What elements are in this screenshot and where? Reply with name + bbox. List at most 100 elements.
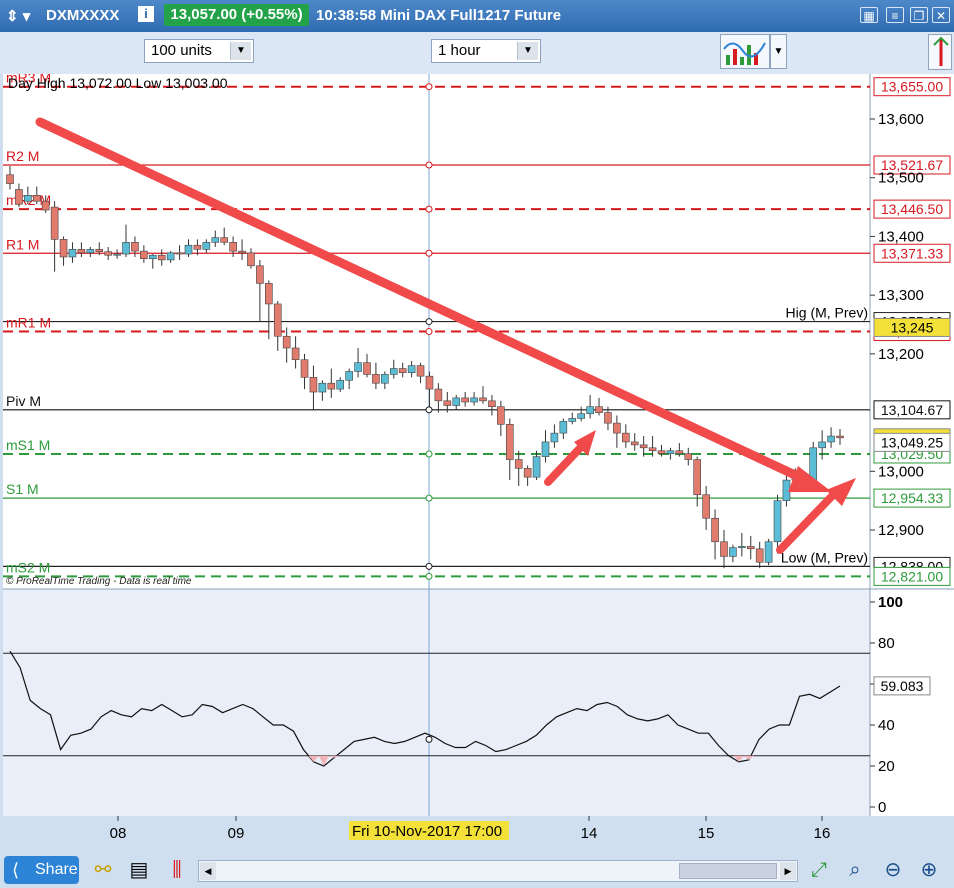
candle-body — [398, 368, 407, 373]
date-tick-label: 14 — [581, 825, 598, 842]
level-tag: S1 M — [6, 481, 39, 497]
candle-body — [193, 244, 202, 250]
candle-body — [755, 548, 764, 563]
candle-body — [318, 382, 327, 393]
zoom-in-icon[interactable]: ⊕ — [916, 857, 942, 883]
candle-body — [738, 546, 746, 548]
list-icon[interactable]: ≡ — [886, 7, 904, 23]
price-chart[interactable]: mR3 M13,655.00R2 M13,521.67mR2 M13,446.5… — [0, 74, 954, 849]
candle-body — [95, 249, 104, 252]
candle-body — [381, 374, 389, 384]
level-handle — [425, 83, 433, 91]
candle-body — [639, 444, 648, 449]
candle-body — [818, 441, 826, 449]
oscillator-tick-label: 20 — [878, 758, 895, 775]
price-tick-label: 13,400 — [878, 228, 924, 245]
zoom-fit-icon[interactable]: ⌕ — [842, 857, 868, 883]
level-handle — [425, 450, 433, 458]
level-handle — [425, 572, 433, 580]
timeframe-dropdown[interactable]: 1 hour ▼ — [431, 39, 541, 63]
candle-body — [764, 541, 773, 563]
candle-body — [702, 494, 710, 519]
indicators-menu-button[interactable]: ▼ — [770, 34, 787, 69]
grid-icon[interactable]: ▦ — [860, 7, 878, 23]
oscillator-tick-label: 80 — [878, 635, 895, 652]
candle-body — [675, 450, 684, 454]
candle-body — [684, 453, 693, 460]
candles-icon[interactable]: ⫼ — [164, 857, 190, 883]
candle-body — [32, 195, 41, 202]
chevron-down-icon[interactable]: ▼ — [230, 42, 251, 60]
table-icon[interactable]: ▤ — [126, 857, 152, 883]
level-handle — [425, 161, 433, 169]
candle-body — [497, 406, 505, 425]
symbol-label[interactable]: DXMXXXX — [46, 7, 119, 24]
cursor-date-label: Fri 10-Nov-2017 17:00 — [352, 823, 502, 840]
level-handle — [425, 249, 433, 257]
candle-body — [773, 500, 782, 543]
indicators-button[interactable] — [720, 34, 770, 69]
oscillator-tick-label: 40 — [878, 717, 895, 734]
level-tag: Hig (M, Prev) — [786, 305, 868, 321]
scroll-left-icon[interactable]: ◀ — [200, 862, 216, 880]
candle-body — [613, 422, 621, 434]
menu-icon[interactable]: ⇕ ▾ — [6, 7, 30, 25]
price-tick-label: 13,600 — [878, 111, 924, 128]
date-tick-label: 15 — [698, 825, 715, 842]
candle-body — [157, 254, 166, 261]
candle-body — [657, 450, 666, 454]
autoscale-icon[interactable]: ⤢ — [806, 857, 832, 883]
units-dropdown[interactable]: 100 units ▼ — [144, 39, 254, 63]
oscillator-tick-label: 0 — [878, 799, 886, 816]
candle-body — [238, 250, 246, 254]
candle-body — [648, 447, 657, 452]
info-icon[interactable]: i — [138, 6, 154, 22]
time-scrollbar[interactable]: ◀ ▶ — [198, 860, 798, 882]
candle-body — [68, 249, 77, 258]
candle-body — [291, 347, 300, 361]
level-handle — [425, 318, 433, 326]
level-handle — [425, 494, 433, 502]
zoom-out-icon[interactable]: ⊖ — [880, 857, 906, 883]
candle-body — [122, 242, 130, 255]
level-handle — [425, 328, 433, 336]
candle-body — [532, 456, 541, 478]
candle-body — [550, 432, 559, 443]
candle-body — [622, 432, 630, 443]
timeframe-value: 1 hour — [438, 42, 481, 59]
level-tag: mS2 M — [6, 559, 50, 575]
scroll-thumb[interactable] — [679, 863, 777, 879]
candle-body — [693, 459, 702, 496]
share-button[interactable]: ⟨ Share — [4, 856, 79, 884]
date-tick-label: 08 — [110, 825, 127, 842]
candle-body — [300, 359, 309, 378]
side-tool-button[interactable] — [928, 34, 952, 70]
scroll-right-icon[interactable]: ▶ — [780, 862, 796, 880]
link-icon[interactable]: ⚯ — [90, 857, 116, 883]
candle-body — [50, 206, 59, 240]
candle-body — [140, 250, 148, 260]
candle-body — [630, 441, 639, 446]
candle-body — [434, 388, 443, 402]
candle-body — [389, 368, 398, 375]
candle-body — [470, 397, 478, 403]
candle-body — [505, 424, 514, 460]
level-tag: mR1 M — [6, 315, 51, 331]
candle-body — [416, 365, 425, 377]
restore-icon[interactable]: ❐ — [910, 7, 928, 23]
candle-body — [327, 382, 336, 390]
chevron-down-icon[interactable]: ▼ — [517, 42, 538, 60]
candle-body — [461, 397, 469, 403]
close-icon[interactable]: ✕ — [932, 7, 950, 23]
candle-body — [345, 371, 353, 381]
day-high-low: Day High 13,072.00 Low 13,003.00 — [8, 75, 228, 91]
candle-body — [523, 468, 532, 478]
level-handle — [425, 406, 433, 414]
candle-body — [372, 374, 380, 384]
candle-body — [443, 400, 452, 406]
candle-body — [6, 174, 14, 184]
level-tag: Piv M — [6, 393, 41, 409]
level-value-label: 13,104.67 — [881, 402, 943, 418]
draw-tools-icon — [933, 36, 949, 66]
candle-body — [479, 397, 487, 402]
